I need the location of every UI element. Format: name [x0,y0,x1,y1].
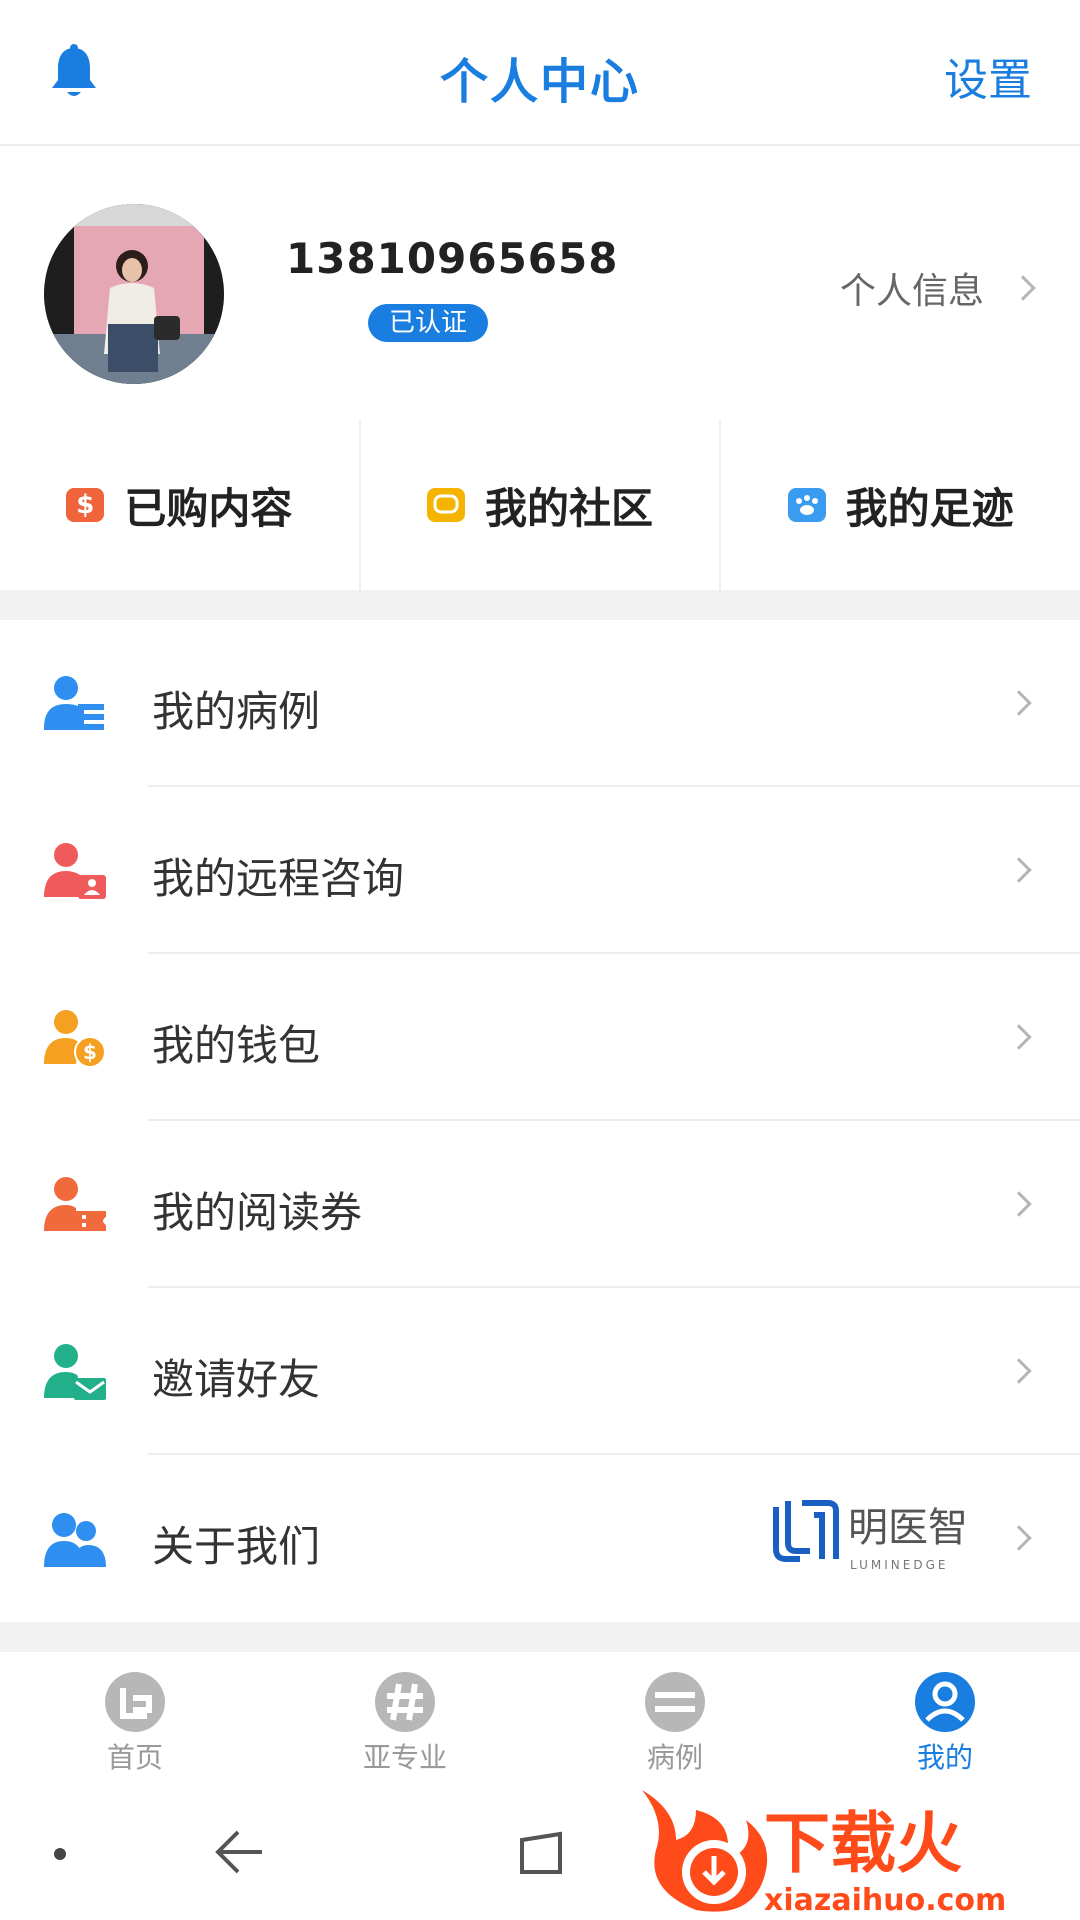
wallet-icon: $ [44,1010,106,1068]
menu-item-reading-voucher[interactable]: 我的阅读券 [0,1121,1080,1288]
quick-links: $ 已购内容 我的社区 我的足迹 [0,420,1080,590]
brand-name: 明医智 [848,1505,968,1551]
verified-badge: 已认证 [368,304,488,342]
menu-item-about-us[interactable]: 关于我们 明医智 LUMINEDGE [0,1455,1080,1622]
brand-logo: 明医智 LUMINEDGE [770,1493,980,1579]
header-bar: 个人中心 设置 [0,0,1080,146]
watermark-text: 下载火 [764,1805,962,1882]
chevron-right-icon [1006,1191,1032,1217]
brand-sub: LUMINEDGE [850,1558,948,1572]
tab-label: 首页 [106,1741,163,1774]
tab-label: 亚专业 [362,1741,447,1774]
tab-home[interactable]: 首页 [0,1652,270,1782]
menu-list: 我的病例 我的远程咨询 $ 我的钱包 我的阅读券 邀请好友 关于我们 明医智 L… [0,620,1080,1622]
remote-consult-icon [44,843,106,899]
menu-item-wallet[interactable]: $ 我的钱包 [0,954,1080,1121]
menu-item-label: 我的钱包 [152,1021,321,1070]
tab-subspecialty[interactable]: 亚专业 [270,1652,540,1782]
menu-item-label: 我的阅读券 [152,1188,363,1237]
reading-voucher-icon [44,1177,106,1231]
profile-section: 13810965658 已认证 个人信息 [0,148,1080,420]
settings-link[interactable]: 设置 [944,44,1032,108]
watermark-url: xiazaihuo.com [764,1883,1006,1918]
invite-friends-icon [44,1344,106,1400]
menu-item-label: 关于我们 [152,1522,321,1571]
quick-link-purchased[interactable]: $ 已购内容 [0,420,359,590]
menu-item-my-cases[interactable]: 我的病例 [0,620,1080,787]
chevron-right-icon [1006,857,1032,883]
tab-label: 病例 [646,1741,703,1774]
tab-me[interactable]: 我的 [810,1652,1080,1782]
tab-cases[interactable]: 病例 [540,1652,810,1782]
quick-link-label: 我的足迹 [845,483,1014,533]
community-icon [427,488,465,522]
personal-info-label: 个人信息 [839,271,984,312]
bottom-tab-bar: 首页 亚专业 病例 我的 [0,1652,1080,1782]
footprint-icon [787,488,826,522]
page-title: 个人中心 [439,54,640,110]
quick-link-footprint[interactable]: 我的足迹 [719,420,1080,590]
section-divider [0,1622,1080,1652]
avatar[interactable] [44,204,224,384]
personal-info-link[interactable]: 个人信息 [839,262,1036,314]
purchased-icon: $ [66,488,105,522]
subspecialty-icon [375,1672,435,1732]
section-divider [0,590,1080,620]
cases-tab-icon [645,1672,705,1732]
profile-tab-icon [915,1672,975,1732]
about-us-icon [44,1513,106,1567]
svg-text:$: $ [83,1040,97,1064]
quick-link-community[interactable]: 我的社区 [358,420,720,590]
chevron-right-icon [1006,1024,1032,1050]
nav-dot-icon[interactable] [54,1848,66,1860]
menu-item-label: 我的远程咨询 [152,854,405,903]
chevron-right-icon [1006,1525,1032,1551]
watermark-logo: 下载火 xiazaihuo.com [636,1780,1080,1920]
menu-item-remote-consult[interactable]: 我的远程咨询 [0,787,1080,954]
back-arrow-icon[interactable] [212,1826,268,1878]
quick-link-label: 我的社区 [485,483,654,533]
chevron-right-icon [1006,690,1032,716]
phone-number: 13810965658 [286,234,619,283]
menu-item-label: 我的病例 [152,687,321,736]
recent-apps-icon[interactable] [516,1830,566,1876]
menu-item-invite-friends[interactable]: 邀请好友 [0,1288,1080,1455]
home-icon [105,1672,165,1732]
chevron-right-icon [1006,1358,1032,1384]
quick-link-label: 已购内容 [124,483,293,533]
chevron-right-icon [1010,275,1036,301]
tab-label: 我的 [916,1741,973,1774]
cases-icon [44,676,104,730]
menu-item-label: 邀请好友 [152,1355,321,1404]
